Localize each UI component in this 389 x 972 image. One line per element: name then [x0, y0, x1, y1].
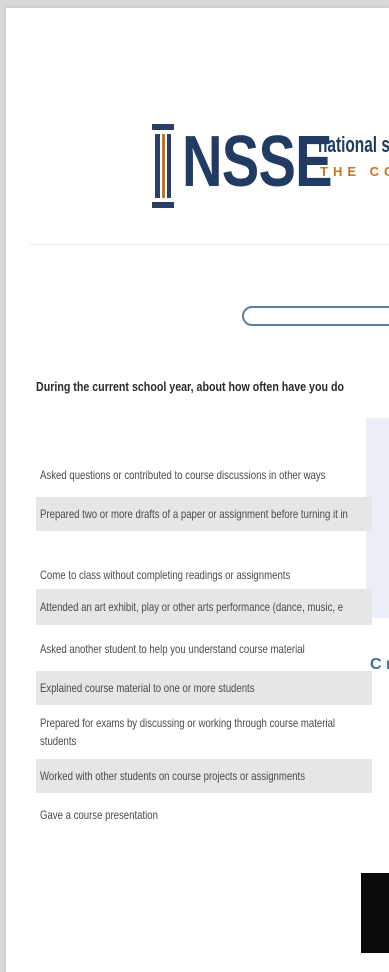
- survey-item-label: Gave a course presentation: [40, 808, 158, 822]
- survey-item[interactable]: Attended an art exhibit, play or other a…: [36, 589, 372, 625]
- question-text: During the current school year, about ho…: [36, 379, 344, 394]
- survey-item[interactable]: Prepared for exams by discussing or work…: [36, 710, 372, 754]
- brand-tagline: THE CO: [320, 164, 389, 179]
- device-edge: [361, 873, 389, 953]
- survey-item-label: Asked another student to help you unders…: [40, 642, 305, 656]
- survey-item[interactable]: Gave a course presentation: [36, 798, 372, 832]
- survey-item[interactable]: Worked with other students on course pro…: [36, 759, 372, 793]
- survey-page: NSSE national s THE CO During the curren…: [6, 8, 389, 972]
- response-panel-note: C r: [370, 656, 389, 673]
- survey-item-label: Asked questions or contributed to course…: [40, 468, 326, 482]
- survey-item[interactable]: Asked questions or contributed to course…: [36, 464, 372, 486]
- survey-item[interactable]: Asked another student to help you unders…: [36, 632, 372, 666]
- survey-item[interactable]: Come to class without completing reading…: [36, 564, 372, 586]
- survey-item-label: Explained course material to one or more…: [40, 681, 255, 695]
- header-divider: [30, 244, 389, 245]
- brand-name: NSSE: [182, 122, 333, 202]
- progress-bar: [242, 306, 389, 326]
- brand-subtitle: national s: [318, 132, 389, 157]
- survey-item-label: Come to class without completing reading…: [40, 568, 291, 582]
- pillar-icon: [152, 124, 174, 208]
- survey-item[interactable]: Prepared two or more drafts of a paper o…: [36, 497, 372, 531]
- nsse-logo: NSSE national s THE CO: [146, 120, 389, 210]
- survey-item-label: Worked with other students on course pro…: [40, 769, 306, 783]
- survey-item[interactable]: Explained course material to one or more…: [36, 671, 372, 705]
- survey-item-label: Prepared two or more drafts of a paper o…: [40, 507, 348, 521]
- survey-item-label: Prepared for exams by discussing or work…: [40, 716, 336, 748]
- survey-item-label: Attended an art exhibit, play or other a…: [40, 600, 344, 614]
